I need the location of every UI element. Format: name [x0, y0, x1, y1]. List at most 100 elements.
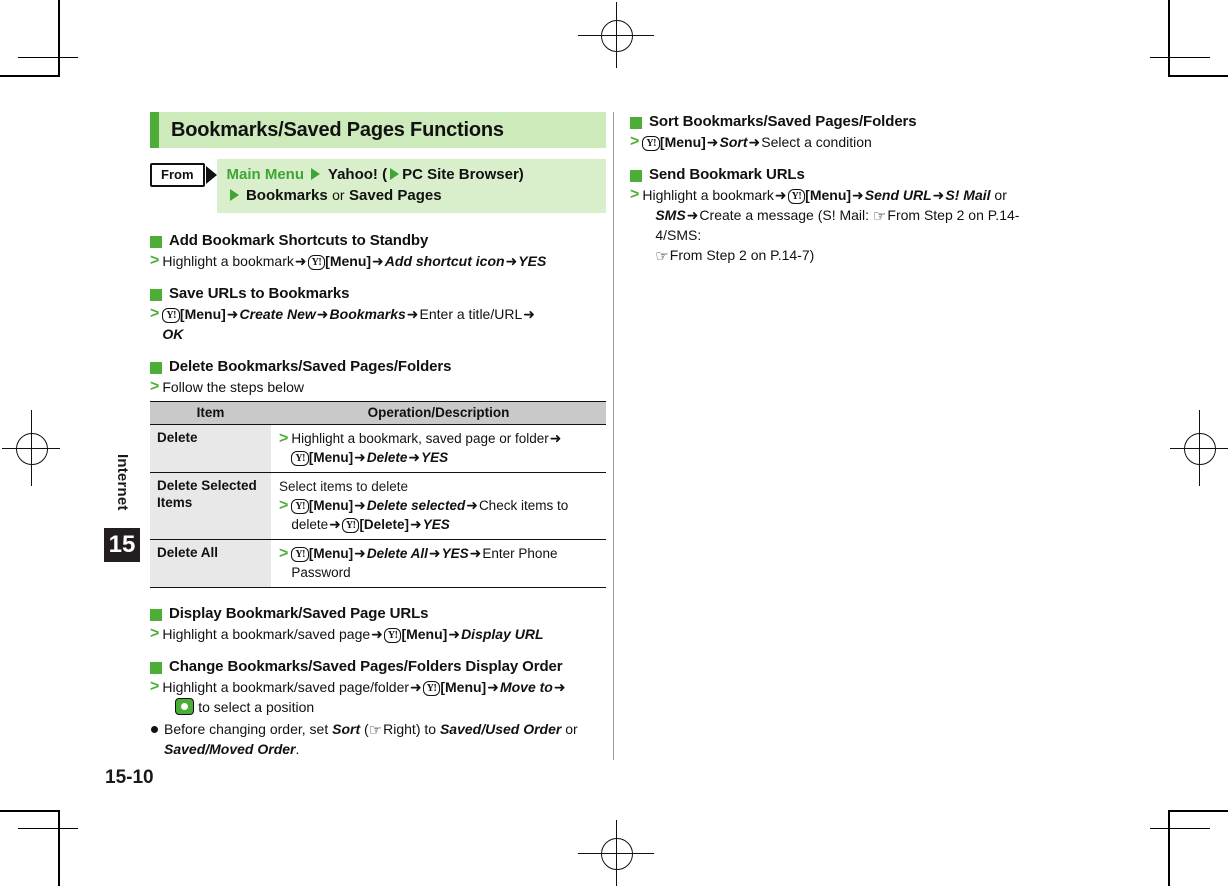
column-divider	[613, 112, 614, 760]
menu-key-label: [Menu]	[659, 134, 706, 150]
green-square-bullet-icon	[630, 170, 642, 182]
menu-option-move-to: Move to	[499, 679, 553, 695]
path-bookmarks: Bookmarks	[245, 187, 328, 204]
section-send-bookmark-urls: Send Bookmark URLs > Highlight a bookmar…	[630, 165, 1050, 265]
step-pre: Highlight a bookmark/saved page/folder	[162, 679, 410, 695]
row-highlight-text: Highlight a bookmark, saved page or fold…	[291, 431, 549, 446]
arrow-glyph: ➜	[505, 253, 518, 269]
yahoo-key-icon: Y!	[291, 499, 309, 514]
manual-page: Internet 15 15-10 Bookmarks/Saved Pages …	[0, 0, 1228, 886]
step-select-condition: Select a condition	[761, 134, 872, 150]
menu-key-label: [Menu]	[308, 498, 354, 513]
table-cell-item-delete-all: Delete All	[150, 539, 271, 588]
menu-option-sort: Sort	[719, 134, 748, 150]
section-sort-bookmarks: Sort Bookmarks/Saved Pages/Folders > Y![…	[630, 112, 1050, 152]
path-or: or	[332, 187, 345, 203]
note-pre: Before changing order, set	[164, 721, 329, 737]
section-heading: Save URLs to Bookmarks	[150, 284, 606, 303]
menu-option-yes: YES	[441, 546, 469, 561]
section-heading-text: Send Bookmark URLs	[649, 166, 805, 183]
menu-option-sms: SMS	[655, 207, 686, 223]
registration-mark-left	[2, 410, 60, 486]
pointing-hand-icon: ☞	[368, 722, 383, 739]
bullet-dot-icon	[151, 726, 158, 733]
yahoo-key-icon: Y!	[162, 308, 180, 323]
menu-option-delete: Delete	[366, 450, 408, 465]
green-square-bullet-icon	[630, 117, 642, 129]
menu-option-yes: YES	[518, 253, 547, 269]
menu-option-ok: OK	[162, 326, 184, 342]
section-step: > Y! [Menu]➜Sort➜Select a condition	[630, 132, 1050, 152]
menu-option-sort: Sort	[332, 721, 361, 737]
step-marker-icon: >	[150, 678, 160, 695]
green-square-bullet-icon	[150, 362, 162, 374]
step-text: Highlight a bookmark➜ Y! [Menu]➜Add shortc…	[162, 251, 546, 271]
registration-mark-top	[578, 2, 654, 68]
section-heading: Display Bookmark/Saved Page URLs	[150, 604, 606, 623]
option-saved-used-order: Saved/Used Order	[439, 721, 562, 737]
pointing-hand-icon: ☞	[872, 208, 887, 225]
yahoo-key-icon: Y!	[291, 451, 309, 466]
page-title: Bookmarks/Saved Pages Functions	[171, 118, 504, 141]
pointing-hand-icon: ☞	[655, 248, 669, 265]
step-pre: Highlight a bookmark	[642, 187, 774, 203]
section-delete-bookmarks: Delete Bookmarks/Saved Pages/Folders > F…	[150, 357, 606, 397]
step-text: Highlight a bookmark/saved page/folder ➜ Y…	[162, 677, 566, 717]
right-column: Sort Bookmarks/Saved Pages/Folders > Y![…	[630, 112, 1050, 278]
menu-option-yes: YES	[422, 517, 450, 532]
arrow-glyph: ➜	[428, 545, 441, 561]
arrow-glyph: ➜	[553, 679, 566, 695]
menu-key-label: [Menu]	[325, 253, 372, 269]
step-marker-icon: >	[630, 186, 640, 203]
step-or: or	[994, 187, 1007, 203]
section-heading: Sort Bookmarks/Saved Pages/Folders	[630, 112, 1050, 131]
step-marker-icon: >	[150, 305, 160, 322]
section-display-bookmark-urls: Display Bookmark/Saved Page URLs > Highl…	[150, 604, 606, 644]
path-saved-pages: Saved Pages	[349, 187, 442, 204]
arrow-glyph: ➜	[294, 253, 307, 269]
section-change-display-order: Change Bookmarks/Saved Pages/Folders Dis…	[150, 657, 606, 759]
path-yahoo: Yahoo! (	[327, 166, 388, 183]
step-select-position: to select a position	[198, 699, 315, 715]
chapter-name: Internet	[114, 453, 131, 511]
from-arrow-icon	[205, 166, 217, 184]
table-step: > Y! [Menu]➜Delete selected➜Check items t…	[279, 496, 602, 534]
path-line-1: Main Menu Yahoo! (PC Site Browser)	[227, 164, 599, 185]
step-text: Y! [Menu]➜Delete selected➜Check items to …	[291, 496, 602, 534]
menu-key-label: [Menu]	[308, 450, 354, 465]
section-step: > Highlight a bookmark/saved page➜ Y! [Men…	[150, 624, 606, 644]
step-marker-icon: >	[630, 133, 640, 150]
step-text: Highlight a bookmark, saved page or fold…	[291, 429, 562, 467]
table-header-operation: Operation/Description	[271, 401, 606, 425]
section-step: > Follow the steps below	[150, 377, 606, 397]
arrow-glyph: ➜	[448, 626, 461, 642]
step-second-line: to select a position	[162, 697, 566, 717]
arrow-glyph: ➜	[466, 497, 478, 513]
arrow-glyph: ➜	[409, 516, 422, 532]
table-cell-item-delete: Delete	[150, 424, 271, 473]
menu-key-label: [Menu]	[440, 679, 487, 695]
arrow-glyph: ➜	[932, 187, 945, 203]
option-saved-moved-order: Saved/Moved Order	[164, 741, 296, 757]
menu-key-label: [Menu]	[308, 546, 354, 561]
menu-option-yes: YES	[421, 450, 449, 465]
green-square-bullet-icon	[150, 662, 162, 674]
navigation-key-icon	[175, 698, 195, 715]
section-step: > Highlight a bookmark/saved page/folder…	[150, 677, 606, 717]
section-step: > Y! [Menu]➜Create New➜Bookmarks➜Enter a …	[150, 304, 606, 344]
table-step: > Y! [Menu]➜Delete All➜YES➜Enter Phone Pa…	[279, 544, 602, 582]
step-enter-title-url: Enter a title/URL	[419, 306, 523, 322]
menu-option-create-new: Create New	[239, 306, 316, 322]
arrow-glyph: ➜	[354, 449, 366, 465]
step-pre: Highlight a bookmark	[162, 253, 294, 269]
arrow-glyph: ➜	[316, 306, 329, 322]
chapter-number: 15	[104, 528, 140, 562]
section-heading: Delete Bookmarks/Saved Pages/Folders	[150, 357, 606, 376]
step-pre: Highlight a bookmark/saved page	[162, 626, 371, 642]
arrow-glyph: ➜	[748, 134, 761, 150]
arrow-glyph: ➜	[523, 306, 535, 322]
section-heading-text: Add Bookmark Shortcuts to Standby	[169, 232, 429, 249]
section-save-urls-to-bookmarks: Save URLs to Bookmarks > Y! [Menu]➜Create…	[150, 284, 606, 344]
yahoo-key-icon: Y!	[422, 681, 441, 696]
arrow-glyph: ➜	[371, 626, 383, 642]
